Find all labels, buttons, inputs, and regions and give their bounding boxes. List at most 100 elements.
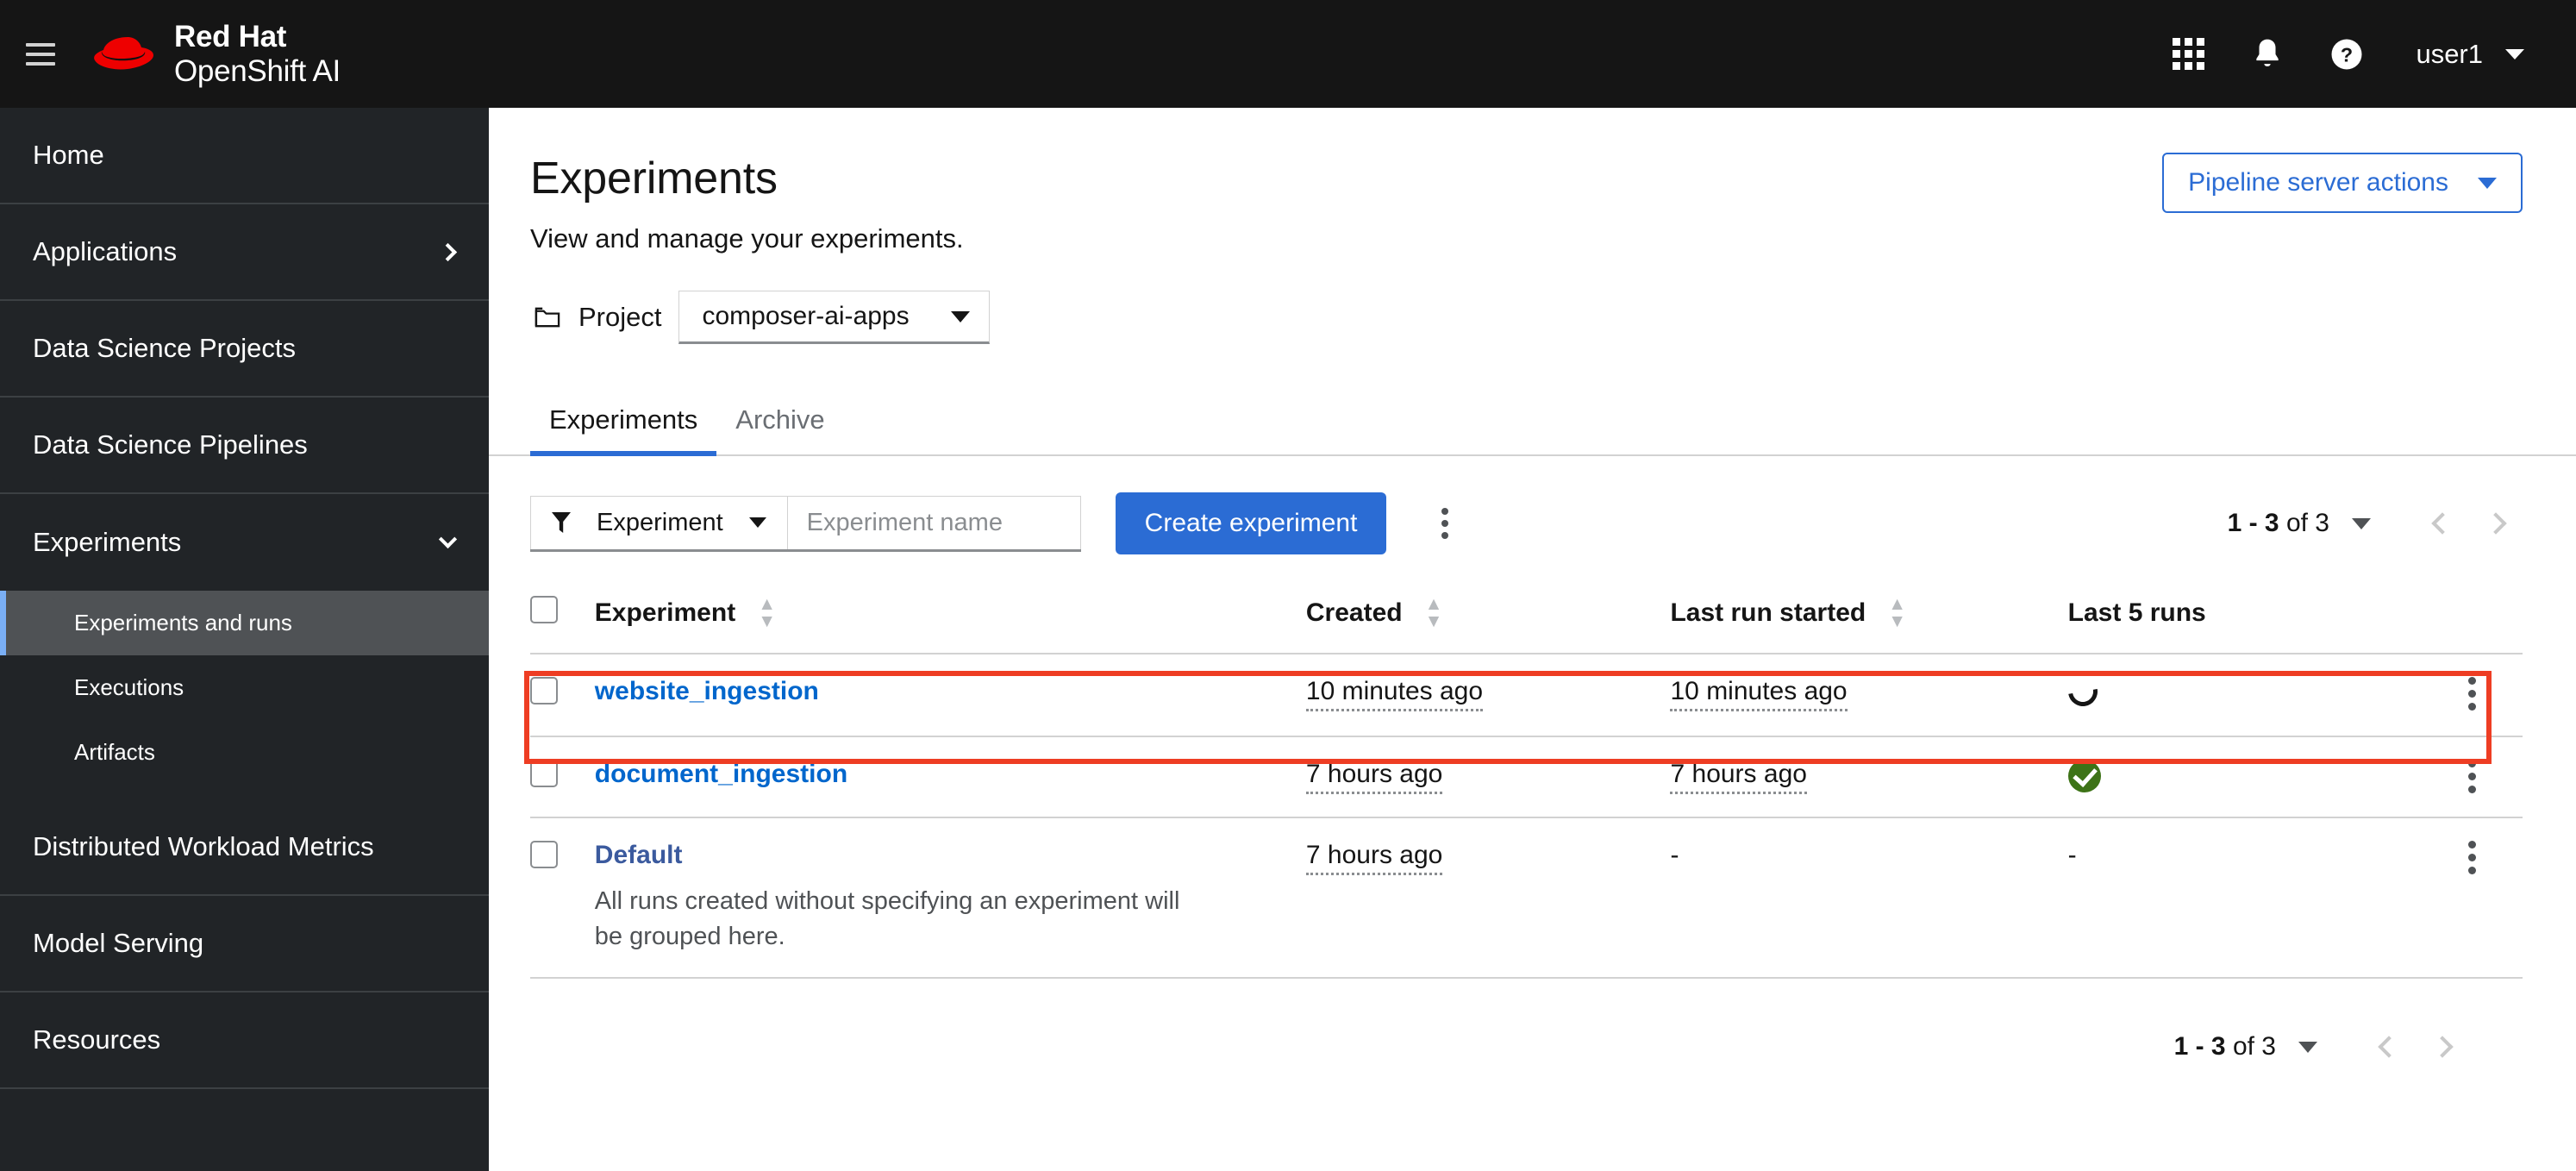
chevron-down-icon [2505, 48, 2524, 59]
sidebar-item-label: Distributed Workload Metrics [33, 831, 374, 861]
brand-line-1: Red Hat [174, 20, 287, 54]
sidebar-item-executions[interactable]: Executions [0, 655, 489, 720]
row-kebab-menu[interactable] [2422, 677, 2523, 711]
row-checkbox[interactable] [530, 841, 558, 868]
experiment-link[interactable]: website_ingestion [595, 677, 819, 705]
sidebar-item-distributed-workload-metrics[interactable]: Distributed Workload Metrics [0, 799, 489, 896]
filter-type-select[interactable]: Experiment [530, 495, 788, 549]
pipeline-server-actions-label: Pipeline server actions [2188, 168, 2448, 197]
created-timestamp[interactable]: 7 hours ago [1305, 760, 1443, 794]
sidebar-item-label: Model Serving [33, 928, 204, 958]
table-body: website_ingestion 10 minutes ago 10 minu… [530, 654, 2523, 980]
per-page-dropdown[interactable] [2298, 1041, 2317, 1053]
row-last-5-runs-cell [2067, 736, 2422, 818]
row-select-cell [530, 817, 595, 980]
experiment-link[interactable]: Default [595, 841, 683, 869]
sidebar-item-artifacts[interactable]: Artifacts [0, 720, 489, 799]
sort-icon: ▲ ▼ [1424, 594, 1443, 631]
pagination-bottom: 1 - 3 of 3 [530, 979, 2523, 1074]
sort-icon: ▲ ▼ [1888, 594, 1906, 631]
sidebar-item-label: Experiments and runs [74, 610, 292, 636]
page-description: View and manage your experiments. [530, 223, 964, 254]
pipeline-server-actions-button[interactable]: Pipeline server actions [2162, 153, 2523, 213]
sidebar-item-label: Data Science Pipelines [33, 429, 308, 460]
app-launcher-button[interactable] [2148, 15, 2228, 94]
row-last-5-runs-cell: - [2067, 817, 2422, 980]
row-actions-cell [2421, 654, 2523, 737]
masthead: Red Hat OpenShift AI ? user1 [0, 0, 2576, 108]
last-run-timestamp[interactable]: 7 hours ago [1670, 760, 1807, 794]
search-input[interactable] [787, 495, 1081, 549]
help-button[interactable]: ? [2307, 15, 2386, 94]
red-hat-fedora-icon [94, 36, 153, 69]
row-last-run-cell: 7 hours ago [1670, 736, 2068, 818]
pagination-top: 1 - 3 of 3 [2228, 497, 2523, 550]
row-experiment-cell: Default All runs created without specify… [594, 817, 1306, 980]
tab-label: Experiments [549, 404, 698, 435]
sidebar-item-experiments-and-runs[interactable]: Experiments and runs [0, 591, 489, 655]
grid-icon [2172, 38, 2204, 70]
row-checkbox[interactable] [530, 760, 558, 787]
sidebar-item-label: Resources [33, 1024, 161, 1055]
created-timestamp[interactable]: 7 hours ago [1305, 841, 1443, 875]
column-label: Last 5 runs [2067, 598, 2206, 627]
table-header-row: Experiment ▲ ▼ Created ▲ ▼ Last run starte… [530, 584, 2523, 654]
hamburger-icon[interactable] [26, 42, 55, 66]
tab-label: Archive [735, 404, 825, 435]
per-page-dropdown[interactable] [2352, 517, 2371, 529]
row-created-cell: 10 minutes ago [1305, 654, 1671, 737]
column-header-created[interactable]: Created ▲ ▼ [1305, 584, 1671, 654]
masthead-actions: ? user1 [2148, 15, 2576, 94]
experiment-description: All runs created without specifying an e… [594, 887, 1180, 951]
row-actions-cell [2421, 817, 2523, 980]
pagination-range-bottom: 1 - 3 of 3 [2173, 1032, 2276, 1061]
project-select-value: composer-ai-apps [702, 302, 910, 330]
sidebar-item-model-serving[interactable]: Model Serving [0, 896, 489, 993]
sidebar-item-applications[interactable]: Applications [0, 204, 489, 301]
brand-logo[interactable]: Red Hat OpenShift AI [90, 20, 341, 88]
row-checkbox[interactable] [530, 677, 558, 704]
pagination-prev-button[interactable] [2362, 1020, 2416, 1074]
page-header: Experiments View and manage your experim… [489, 108, 2576, 344]
experiment-link[interactable]: document_ingestion [595, 760, 847, 788]
main-content: Experiments View and manage your experim… [489, 108, 2576, 1171]
column-header-last-5-runs: Last 5 runs [2067, 584, 2422, 654]
chevron-down-icon [438, 529, 458, 549]
row-select-cell [530, 654, 595, 737]
last-5-runs-empty: - [2067, 841, 2077, 869]
svg-text:?: ? [2341, 43, 2353, 66]
pagination-next-button[interactable] [2416, 1020, 2469, 1074]
sidebar-item-home[interactable]: Home [0, 108, 489, 204]
row-kebab-menu[interactable] [2422, 760, 2523, 793]
tab-experiments[interactable]: Experiments [530, 404, 717, 456]
project-select[interactable]: composer-ai-apps [678, 291, 990, 344]
column-header-last-run-started[interactable]: Last run started ▲ ▼ [1670, 584, 2068, 654]
column-header-actions [2421, 584, 2523, 654]
sidebar-item-label: Applications [33, 236, 178, 266]
sidebar-item-data-science-pipelines[interactable]: Data Science Pipelines [0, 398, 489, 494]
tab-archive[interactable]: Archive [716, 404, 843, 454]
pagination-next-button[interactable] [2469, 497, 2523, 550]
notifications-button[interactable] [2228, 15, 2307, 94]
sidebar-item-data-science-projects[interactable]: Data Science Projects [0, 301, 489, 398]
filter-type-label: Experiment [597, 508, 723, 536]
created-timestamp[interactable]: 10 minutes ago [1305, 677, 1484, 711]
last-run-timestamp[interactable]: 10 minutes ago [1670, 677, 1848, 711]
column-header-experiment[interactable]: Experiment ▲ ▼ [594, 584, 1306, 654]
sidebar-item-label: Data Science Projects [33, 333, 296, 363]
create-experiment-button[interactable]: Create experiment [1115, 492, 1387, 554]
bell-icon [2256, 39, 2279, 66]
user-menu[interactable]: user1 [2386, 39, 2540, 70]
select-all-checkbox[interactable] [530, 596, 558, 623]
table-row: document_ingestion 7 hours ago 7 hours a… [530, 736, 2523, 818]
row-kebab-menu[interactable] [2422, 841, 2523, 874]
pagination-prev-button[interactable] [2416, 497, 2469, 550]
sort-icon: ▲ ▼ [758, 594, 776, 631]
sidebar-item-resources[interactable]: Resources [0, 993, 489, 1089]
toolbar-kebab-menu[interactable] [1421, 499, 1469, 548]
funnel-icon [552, 512, 571, 533]
row-select-cell [530, 736, 595, 818]
filter-group: Experiment [530, 495, 1081, 552]
sidebar-item-experiments[interactable]: Experiments [0, 494, 489, 591]
spinner-icon [2061, 671, 2104, 712]
